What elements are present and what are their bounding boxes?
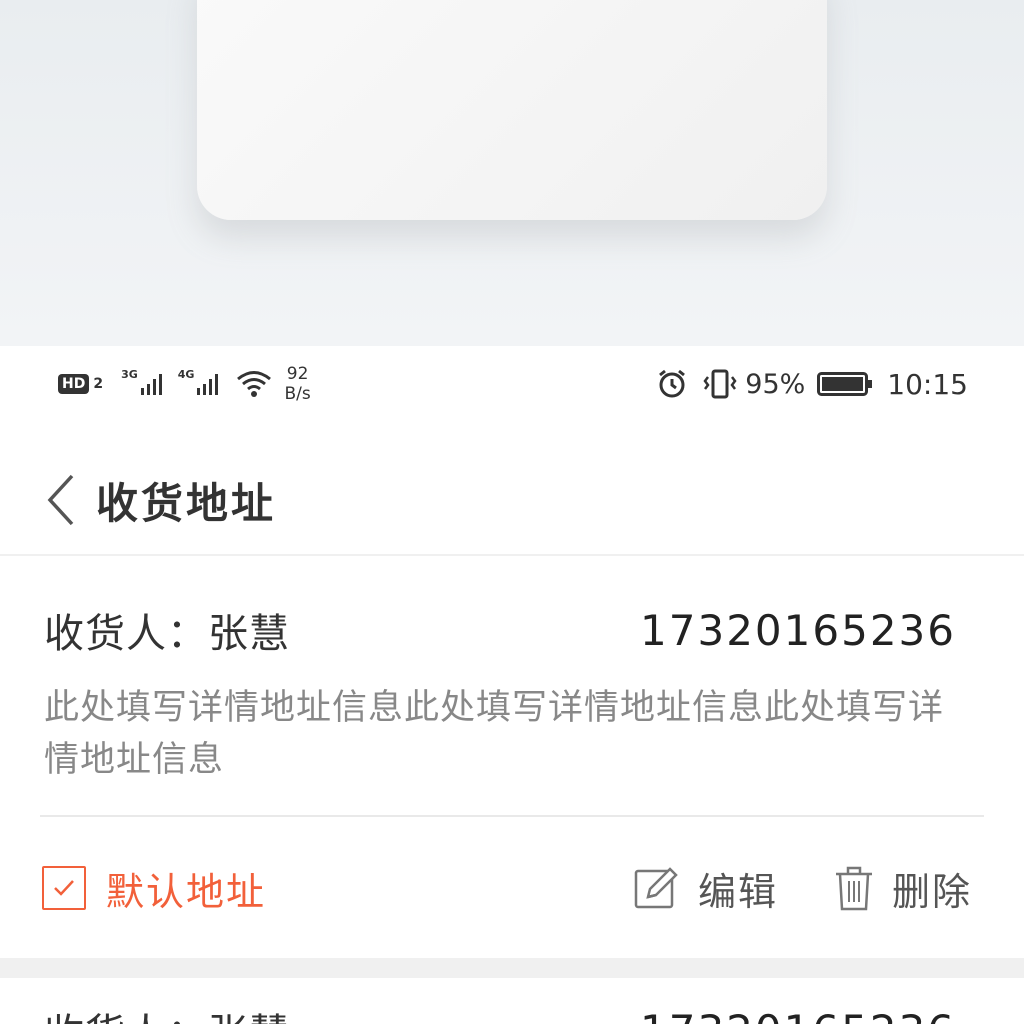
sim-slot-label: 2	[93, 376, 104, 392]
receiver-phone: 17320165236	[640, 605, 956, 655]
net2-label: 4G	[177, 367, 195, 381]
receiver-name: 收货人：张慧	[44, 1001, 290, 1024]
address-header-row: 收货人：张慧 17320165236	[44, 600, 956, 660]
trash-icon	[835, 866, 872, 911]
address-card[interactable]: 收货人：张慧 17320165236	[0, 978, 1024, 1024]
divider	[40, 815, 984, 817]
page-title: 收货地址	[96, 479, 277, 528]
signal-icon	[197, 374, 219, 395]
delete-label: 删除	[891, 869, 972, 914]
card-separator	[0, 958, 1024, 978]
status-bar-right: 95% 10:15	[657, 364, 968, 404]
battery-icon	[817, 372, 873, 396]
vibrate-icon	[703, 369, 737, 399]
clock-time: 10:15	[887, 367, 968, 401]
network-speed: 92 B/s	[284, 364, 310, 404]
battery-percent: 95%	[745, 368, 806, 400]
address-header-row: 收货人：张慧 17320165236	[44, 1000, 956, 1024]
nav-header: 收货地址	[0, 440, 1024, 556]
mockup-background	[0, 0, 1024, 346]
edit-label: 编辑	[697, 869, 778, 914]
delete-button[interactable]: 删除	[834, 861, 972, 916]
signal-icon	[140, 374, 162, 395]
edit-icon	[634, 867, 678, 909]
default-address-label[interactable]: 默认地址	[106, 861, 266, 916]
receiver-phone: 17320165236	[640, 1006, 956, 1024]
back-arrow-icon[interactable]	[44, 472, 76, 528]
net1-label: 3G	[121, 367, 138, 381]
hd-badge: HD	[58, 374, 90, 394]
alarm-icon	[659, 369, 686, 398]
status-bar-left: HD 2 3G 4G 92 B/s	[58, 364, 311, 404]
address-card[interactable]: 收货人：张慧 17320165236 此处填写详情地址信息此处填写详情地址信息此…	[0, 558, 1024, 958]
speed-unit: B/s	[284, 384, 311, 404]
wifi-icon	[237, 371, 272, 397]
address-actions-row: 默认地址 编辑 删除	[42, 858, 972, 918]
default-checkbox[interactable]	[42, 866, 86, 910]
receiver-name: 收货人：张慧	[44, 611, 290, 657]
mockup-card-shape	[197, 0, 827, 220]
edit-button[interactable]: 编辑	[634, 861, 778, 916]
speed-value: 92	[286, 364, 309, 384]
status-bar: HD 2 3G 4G 92 B/s 95% 10:15	[0, 346, 1024, 416]
address-detail: 此处填写详情地址信息此处填写详情地址信息此处填写详情地址信息	[44, 688, 945, 780]
checkmark-icon	[54, 880, 74, 896]
